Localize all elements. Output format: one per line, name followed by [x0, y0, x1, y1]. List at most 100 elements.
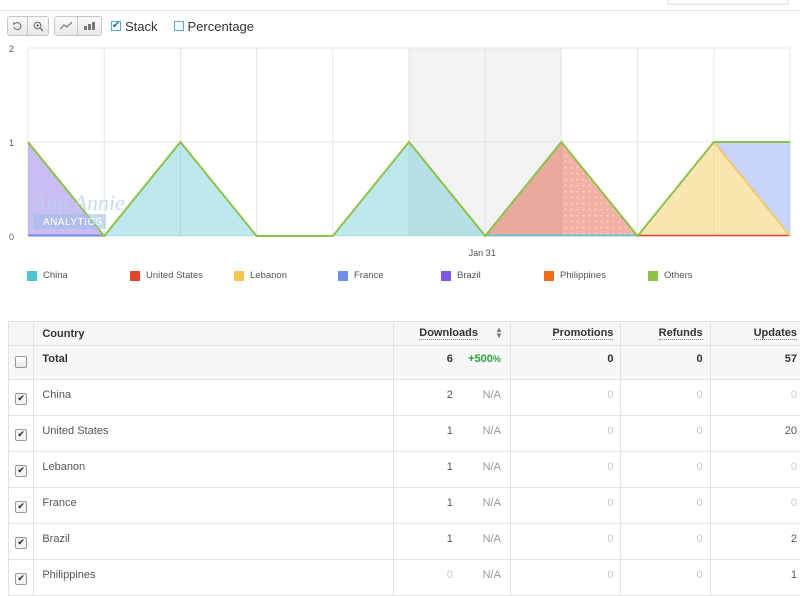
sort-icon[interactable]: ▲▼: [495, 327, 503, 339]
row-downloads-cell: 1N/A: [394, 416, 511, 452]
top-divider: [0, 10, 800, 11]
row-downloads: 0: [433, 569, 453, 581]
zoom-button[interactable]: [28, 16, 49, 36]
table-row[interactable]: ✔Brazil1N/A002: [9, 524, 800, 560]
downloads-column-header[interactable]: Downloads ▲▼: [394, 322, 511, 346]
zoom-button-group: [7, 16, 49, 36]
total-checkbox[interactable]: [15, 356, 27, 368]
y-tick-label: 0: [9, 232, 14, 242]
row-updates: 2: [710, 524, 800, 560]
select-column-header: [9, 322, 34, 346]
watermark-brand: App Annie: [31, 190, 125, 215]
line-chart-button[interactable]: [54, 16, 78, 36]
row-downloads: 1: [433, 497, 453, 509]
legend-item-brazil[interactable]: Brazil: [441, 270, 481, 281]
updates-header-label: Updates: [754, 327, 797, 340]
total-refunds: 0: [621, 346, 710, 380]
updates-column-header[interactable]: Updates: [710, 322, 800, 346]
watermark-sub: ANALYTICS: [43, 217, 102, 228]
row-checkbox[interactable]: ✔: [15, 429, 27, 441]
row-promotions: 0: [510, 416, 621, 452]
row-checkbox-cell: ✔: [9, 416, 34, 452]
legend-item-lebanon[interactable]: Lebanon: [234, 270, 287, 281]
downloads-header-label: Downloads: [419, 327, 478, 340]
downloads-chart[interactable]: App Annie ANALYTICS 2 1 0 Jan 31: [0, 40, 800, 265]
percentage-checkbox[interactable]: [174, 21, 184, 31]
top-right-tab[interactable]: [667, 0, 789, 5]
legend-item-others[interactable]: Others: [648, 270, 693, 281]
row-downloads-cell: 1N/A: [394, 488, 511, 524]
row-country: France: [34, 488, 394, 524]
refunds-header-label: Refunds: [659, 327, 703, 340]
legend-swatch: [27, 271, 37, 281]
row-refunds: 0: [621, 452, 710, 488]
percentage-toggle[interactable]: Percentage: [174, 19, 255, 34]
row-checkbox-cell: ✔: [9, 560, 34, 596]
legend-item-france[interactable]: France: [338, 270, 384, 281]
table-row[interactable]: ✔United States1N/A0020: [9, 416, 800, 452]
legend-label: Others: [664, 270, 693, 281]
table-row[interactable]: ✔Philippines0N/A001: [9, 560, 800, 596]
table-row[interactable]: ✔France1N/A000: [9, 488, 800, 524]
table-row[interactable]: ✔China2N/A000: [9, 380, 800, 416]
legend-item-china[interactable]: China: [27, 270, 68, 281]
row-checkbox-cell: ✔: [9, 488, 34, 524]
refunds-column-header[interactable]: Refunds: [621, 322, 710, 346]
row-downloads-cell: 1N/A: [394, 452, 511, 488]
row-downloads-cell: 2N/A: [394, 380, 511, 416]
row-downloads: 2: [433, 389, 453, 401]
total-change-value: +500: [468, 353, 493, 365]
row-checkbox[interactable]: ✔: [15, 537, 27, 549]
reset-zoom-button[interactable]: [7, 16, 28, 36]
row-downloads: 1: [433, 425, 453, 437]
legend-swatch: [544, 271, 554, 281]
legend-item-united-states[interactable]: United States: [130, 270, 203, 281]
row-checkbox-cell: ✔: [9, 380, 34, 416]
row-change: N/A: [453, 497, 501, 509]
row-refunds: 0: [621, 416, 710, 452]
row-checkbox-cell: ✔: [9, 524, 34, 560]
y-tick-label: 2: [9, 44, 14, 54]
legend-swatch: [338, 271, 348, 281]
stack-toggle[interactable]: ✔ Stack: [111, 19, 158, 34]
percentage-label: Percentage: [188, 19, 255, 34]
stack-checkbox[interactable]: ✔: [111, 21, 121, 31]
legend-label: Lebanon: [250, 270, 287, 281]
y-tick-label: 1: [9, 138, 14, 148]
row-country: Philippines: [34, 560, 394, 596]
bar-chart-icon: [84, 22, 96, 30]
table-header-row: Country Downloads ▲▼ Promotions Refunds …: [9, 322, 800, 346]
row-country: Brazil: [34, 524, 394, 560]
table-row[interactable]: ✔Lebanon1N/A000: [9, 452, 800, 488]
row-downloads-cell: 1N/A: [394, 524, 511, 560]
total-label: Total: [34, 346, 394, 380]
row-refunds: 0: [621, 524, 710, 560]
country-table: Country Downloads ▲▼ Promotions Refunds …: [8, 321, 800, 596]
legend-item-philippines[interactable]: Philippines: [544, 270, 606, 281]
row-updates: 1: [710, 560, 800, 596]
row-change: N/A: [453, 425, 501, 437]
country-column-header[interactable]: Country: [34, 322, 394, 346]
bar-chart-button[interactable]: [78, 16, 102, 36]
app-annie-watermark: App Annie ANALYTICS: [31, 190, 125, 229]
row-checkbox[interactable]: ✔: [15, 393, 27, 405]
row-checkbox[interactable]: ✔: [15, 573, 27, 585]
total-change-unit: %: [493, 354, 501, 364]
promotions-column-header[interactable]: Promotions: [510, 322, 621, 346]
total-downloads: 6: [433, 353, 453, 365]
stack-label: Stack: [125, 19, 158, 34]
row-refunds: 0: [621, 380, 710, 416]
row-checkbox[interactable]: ✔: [15, 501, 27, 513]
x-tick-label: Jan 31: [469, 248, 496, 258]
row-checkbox[interactable]: ✔: [15, 465, 27, 477]
legend-label: Brazil: [457, 270, 481, 281]
zoom-icon: [33, 21, 44, 32]
legend-label: Philippines: [560, 270, 606, 281]
country-header-label: Country: [42, 328, 84, 340]
row-updates: 0: [710, 452, 800, 488]
row-country: United States: [34, 416, 394, 452]
row-downloads-cell: 0N/A: [394, 560, 511, 596]
row-country: Lebanon: [34, 452, 394, 488]
row-downloads: 1: [433, 461, 453, 473]
row-downloads: 1: [433, 533, 453, 545]
